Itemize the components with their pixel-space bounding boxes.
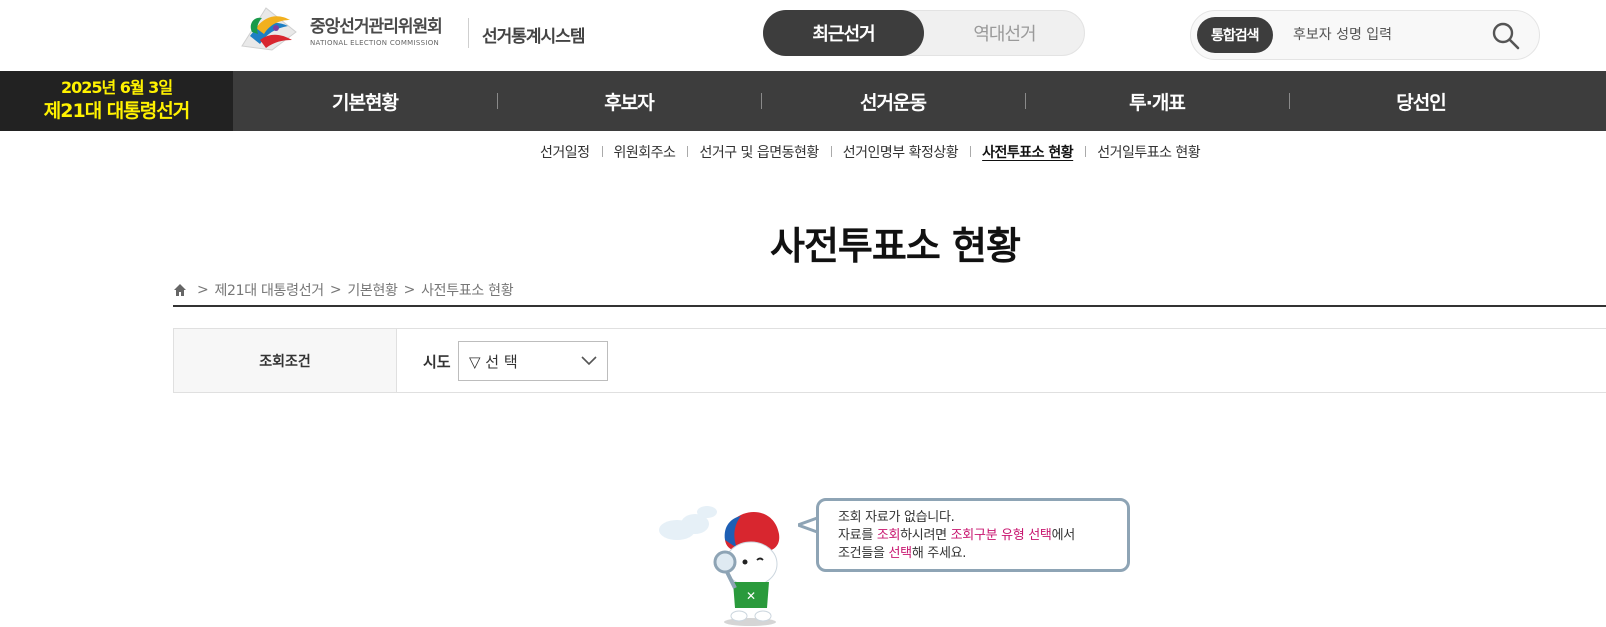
breadcrumb-basic-status[interactable]: 기본현황 <box>347 280 398 300</box>
subnav-item-voter-registry[interactable]: 선거인명부 확정상황 <box>830 142 970 162</box>
integrated-search-badge[interactable]: 통합검색 <box>1197 17 1273 53</box>
title-divider <box>173 305 1606 307</box>
sub-navigation: 선거일정 위원회주소 선거구 및 읍면동현황 선거인명부 확정상황 사전투표소 … <box>528 142 1212 162</box>
header-divider <box>468 18 469 48</box>
nec-emblem-icon <box>241 7 297 51</box>
toggle-past-elections[interactable]: 역대선거 <box>924 10 1085 56</box>
subnav-item-schedule[interactable]: 선거일정 <box>528 142 602 162</box>
nec-logo[interactable]: 중앙선거관리위원회 NATIONAL ELECTION COMMISSION <box>236 6 443 52</box>
current-election-badge[interactable]: 2025년 6월 3일 제21대 대통령선거 <box>0 71 233 131</box>
logo-title-kr: 중앙선거관리위원회 <box>310 16 443 37</box>
chevron-down-icon <box>581 356 597 366</box>
gnb-item-campaign[interactable]: 선거운동 <box>761 71 1025 131</box>
breadcrumb-election[interactable]: 제21대 대통령선거 <box>214 280 324 300</box>
toggle-recent-election[interactable]: 최근선거 <box>763 10 924 56</box>
subnav-item-election-day-polling-stations[interactable]: 선거일투표소 현황 <box>1085 142 1212 162</box>
integrated-search: 통합검색 <box>1190 10 1540 60</box>
search-icon[interactable] <box>1491 21 1521 51</box>
home-icon[interactable] <box>173 283 187 297</box>
election-period-toggle: 최근선거 역대선거 <box>763 10 1085 56</box>
subnav-item-districts[interactable]: 선거구 및 읍면동현황 <box>687 142 830 162</box>
subnav-item-committee-address[interactable]: 위원회주소 <box>601 142 688 162</box>
province-select-value: ▽ 선 택 <box>469 352 518 371</box>
gnb-item-basic-status[interactable]: 기본현황 <box>233 71 497 131</box>
subnav-item-early-polling-stations[interactable]: 사전투표소 현황 <box>970 142 1085 162</box>
breadcrumb-current-page: 사전투표소 현황 <box>421 283 514 299</box>
breadcrumb-separator: > <box>329 282 342 298</box>
no-data-message: 조회 자료가 없습니다. 자료를 조회하시려면 조회구분 유형 선택에서 조건들… <box>816 498 1130 572</box>
global-navigation: 2025년 6월 3일 제21대 대통령선거 기본현황 후보자 선거운동 투·개… <box>0 71 1606 131</box>
svg-text:✕: ✕ <box>746 589 756 603</box>
no-data-line-2: 자료를 조회하시려면 조회구분 유형 선택에서 <box>838 528 1075 543</box>
breadcrumb-separator: > <box>197 282 209 298</box>
logo-title-en: NATIONAL ELECTION COMMISSION <box>310 38 440 47</box>
election-date: 2025년 6월 3일 <box>60 78 173 97</box>
system-title[interactable]: 선거통계시스템 <box>482 22 585 47</box>
breadcrumb-separator: > <box>403 282 416 298</box>
no-data-line-3: 조건들을 선택해 주세요. <box>838 546 967 561</box>
no-data-line-1: 조회 자료가 없습니다. <box>838 510 955 525</box>
condition-label: 조회조건 <box>173 329 397 392</box>
mascot-illustration-icon: ✕ <box>659 506 780 626</box>
election-name: 제21대 대통령선거 <box>43 100 190 122</box>
province-select[interactable]: ▽ 선 택 <box>458 341 608 381</box>
gnb-item-candidates[interactable]: 후보자 <box>497 71 761 131</box>
page-title: 사전투표소 현황 <box>770 224 1021 268</box>
gnb-menu: 기본현황 후보자 선거운동 투·개표 당선인 <box>233 71 1606 131</box>
gnb-item-elected[interactable]: 당선인 <box>1289 71 1553 131</box>
breadcrumb: > 제21대 대통령선거 > 기본현황 > 사전투표소 현황 <box>173 280 514 300</box>
candidate-search-input[interactable] <box>1293 23 1483 47</box>
province-label: 시도 <box>423 353 451 371</box>
gnb-item-voting-counting[interactable]: 투·개표 <box>1025 71 1289 131</box>
search-condition-panel: 조회조건 시도 ▽ 선 택 <box>173 328 1606 393</box>
